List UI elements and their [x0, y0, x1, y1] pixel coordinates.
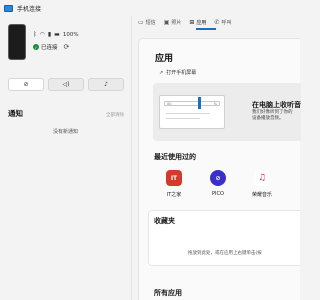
promo-title: 在电脑上收听音 [252, 101, 301, 109]
all-apps-title: 所有应用 [154, 289, 182, 297]
bluetooth-icon: ᛒ [33, 31, 37, 38]
notifications-title: 通知 [8, 109, 23, 118]
recent-apps-title: 最近使用过的 [154, 153, 196, 161]
tab-apps[interactable]: ⊞ 应用 [189, 19, 206, 26]
notifications-header: 通知 全部清除 [8, 108, 124, 119]
promo-desc-line: 设备播放音频。 [252, 116, 284, 121]
illustration-line [166, 113, 210, 114]
open-phone-screen-link[interactable]: ↗ 打开手机屏幕 [159, 69, 197, 77]
sync-icon[interactable]: ⟳ [64, 43, 70, 51]
recent-app-ithome[interactable]: IT IT之家 [162, 170, 186, 198]
active-tab-indicator [196, 28, 216, 30]
tab-label: 照片 [171, 19, 182, 26]
recent-app-pico[interactable]: ⊘ PICO [206, 170, 230, 198]
phone-icon: ✆ [214, 18, 220, 26]
device-status: ᛒ ◠ ▮ ▬ 100% [33, 31, 79, 38]
tab-photos[interactable]: ▣ 照片 [164, 19, 182, 26]
volume-icon: ◁) [62, 81, 70, 88]
message-icon: ▭ [138, 18, 144, 26]
apps-icon: ⊞ [189, 18, 195, 26]
wifi-icon: ◠ [39, 31, 45, 38]
tab-label: 呼叫 [221, 19, 232, 26]
pico-icon: ⊘ [210, 170, 226, 186]
volume-button[interactable]: ◁) [48, 78, 84, 91]
music-app-icon: ♫ [254, 170, 270, 186]
left-pane: ᛒ ◠ ▮ ▬ 100% ✓ 已连接 ⟳ ⊘ ◁) ♪ 通知 全部清除 没有新通… [0, 16, 131, 300]
favorites-hint: 拖放到此处，或在应用上右键单击(按 [188, 251, 262, 256]
title-bar: 手机连接 [0, 0, 300, 16]
battery-icon: ▬ [54, 31, 60, 38]
connection-status: 已连接 [41, 45, 58, 51]
slider-thumb-illustration [198, 97, 201, 109]
tab-messages[interactable]: ▭ 短信 [138, 19, 156, 26]
ithome-icon: IT [166, 170, 182, 186]
phone-link-icon [4, 4, 13, 12]
tab-label: 应用 [196, 19, 207, 26]
recent-app-label: IT之家 [166, 192, 182, 198]
app-title: 手机连接 [17, 5, 42, 13]
music-button[interactable]: ♪ [88, 78, 124, 91]
recent-apps-list: IT IT之家 ⊘ PICO ♫ 荣耀音乐 [162, 170, 274, 198]
open-phone-screen-label: 打开手机屏幕 [166, 70, 197, 76]
music-icon: ♪ [104, 81, 108, 88]
battery-level: 100% [62, 31, 79, 38]
page-title: 应用 [155, 54, 174, 64]
notifications-empty: 没有新通知 [52, 129, 78, 135]
phone-image [8, 24, 26, 60]
promo-description: 我们好像听到了你的 设备播放音频。 [252, 110, 293, 122]
connection-badge: ✓ 已连接 [33, 43, 58, 51]
tab-label: 短信 [145, 19, 156, 26]
recent-app-honor-music[interactable]: ♫ 荣耀音乐 [250, 170, 274, 198]
illustration-line [166, 118, 200, 119]
open-external-icon: ↗ [159, 69, 164, 76]
focus-icon: ⊘ [23, 81, 29, 88]
check-icon: ✓ [33, 44, 39, 50]
signal-icon: ▮ [47, 31, 52, 38]
mock-left-label: 00 [167, 102, 172, 106]
volume-slider-illustration: 00 % [164, 101, 220, 106]
photo-icon: ▣ [163, 18, 170, 26]
connection-row: ✓ 已连接 ⟳ [33, 43, 69, 51]
pane-divider [131, 16, 132, 300]
recent-app-label: PICO [212, 191, 224, 197]
recent-app-label: 荣耀音乐 [251, 192, 272, 198]
clear-all-button[interactable]: 全部清除 [106, 112, 124, 118]
tab-calls[interactable]: ✆ 呼叫 [214, 19, 231, 26]
tab-bar: ▭ 短信 ▣ 照片 ⊞ 应用 ✆ 呼叫 [138, 16, 231, 28]
favorites-title: 收藏夹 [154, 217, 175, 225]
quick-actions: ⊘ ◁) ♪ [8, 78, 124, 91]
promo-illustration: 00 % [159, 95, 225, 129]
focus-button[interactable]: ⊘ [8, 78, 44, 91]
mock-right-label: % [213, 102, 217, 106]
